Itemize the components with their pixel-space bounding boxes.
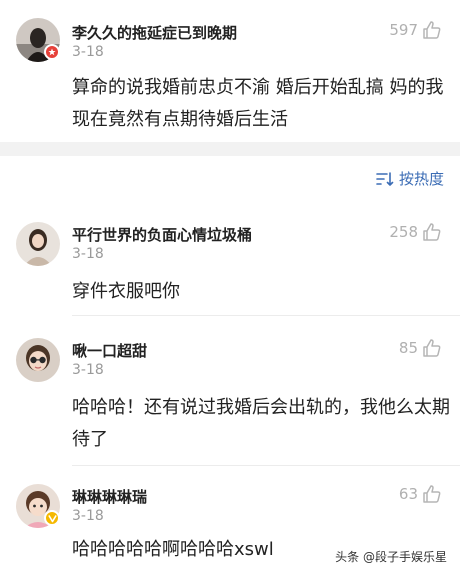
comment-date: 3-18	[72, 362, 104, 378]
comment-text: 哈哈哈！还有说过我婚后会出轨的，我他么太期待了	[72, 397, 450, 450]
thumbs-up-icon	[423, 223, 441, 241]
comment-item: 李久久的拖延症已到晚期 3-18 597 算命的说我婚前忠贞不渝 婚后开始乱搞 …	[0, 0, 460, 142]
comment-username[interactable]: 平行世界的负面心情垃圾桶	[72, 224, 252, 245]
comment-username[interactable]: 李久久的拖延症已到晚期	[72, 22, 237, 43]
watermark: 头条 @段子手娱乐星	[332, 547, 450, 566]
verified-badge-icon	[44, 510, 60, 526]
thumbs-up-icon	[423, 485, 441, 503]
like-button[interactable]: 258	[389, 222, 442, 242]
comment-date: 3-18	[72, 246, 104, 262]
like-count: 63	[398, 485, 418, 503]
thumbs-up-icon	[423, 21, 441, 39]
like-count: 597	[389, 21, 418, 39]
like-button[interactable]: 85	[399, 338, 442, 358]
thumbs-up-icon	[423, 339, 441, 357]
sort-by-hot-button[interactable]: 按热度	[375, 168, 444, 189]
comment-username[interactable]: 啾一口超甜	[72, 340, 147, 361]
comment-username[interactable]: 琳琳琳琳瑞	[72, 486, 147, 507]
like-button[interactable]: 597	[389, 20, 442, 40]
comment-text: 穿件衣服吧你	[72, 281, 180, 302]
like-button[interactable]: 63	[399, 484, 442, 504]
like-count: 258	[389, 223, 418, 241]
comment-text: 算命的说我婚前忠贞不渝 婚后开始乱搞 妈的我现在竟然有点期待婚后生活	[72, 77, 444, 130]
section-divider	[0, 142, 460, 156]
like-count: 85	[398, 339, 418, 357]
sort-icon	[376, 171, 394, 186]
comment-item: 啾一口超甜 3-18 85 哈哈哈！还有说过我婚后会出轨的，我他么太期待了	[0, 316, 460, 466]
avatar[interactable]	[16, 338, 60, 382]
sort-label: 按热度	[398, 170, 444, 188]
comment-date: 3-18	[72, 508, 104, 524]
avatar[interactable]	[16, 222, 60, 266]
verified-badge-icon	[44, 44, 60, 60]
comment-date: 3-18	[72, 44, 104, 60]
comment-item: 平行世界的负面心情垃圾桶 3-18 258 穿件衣服吧你	[0, 200, 460, 314]
